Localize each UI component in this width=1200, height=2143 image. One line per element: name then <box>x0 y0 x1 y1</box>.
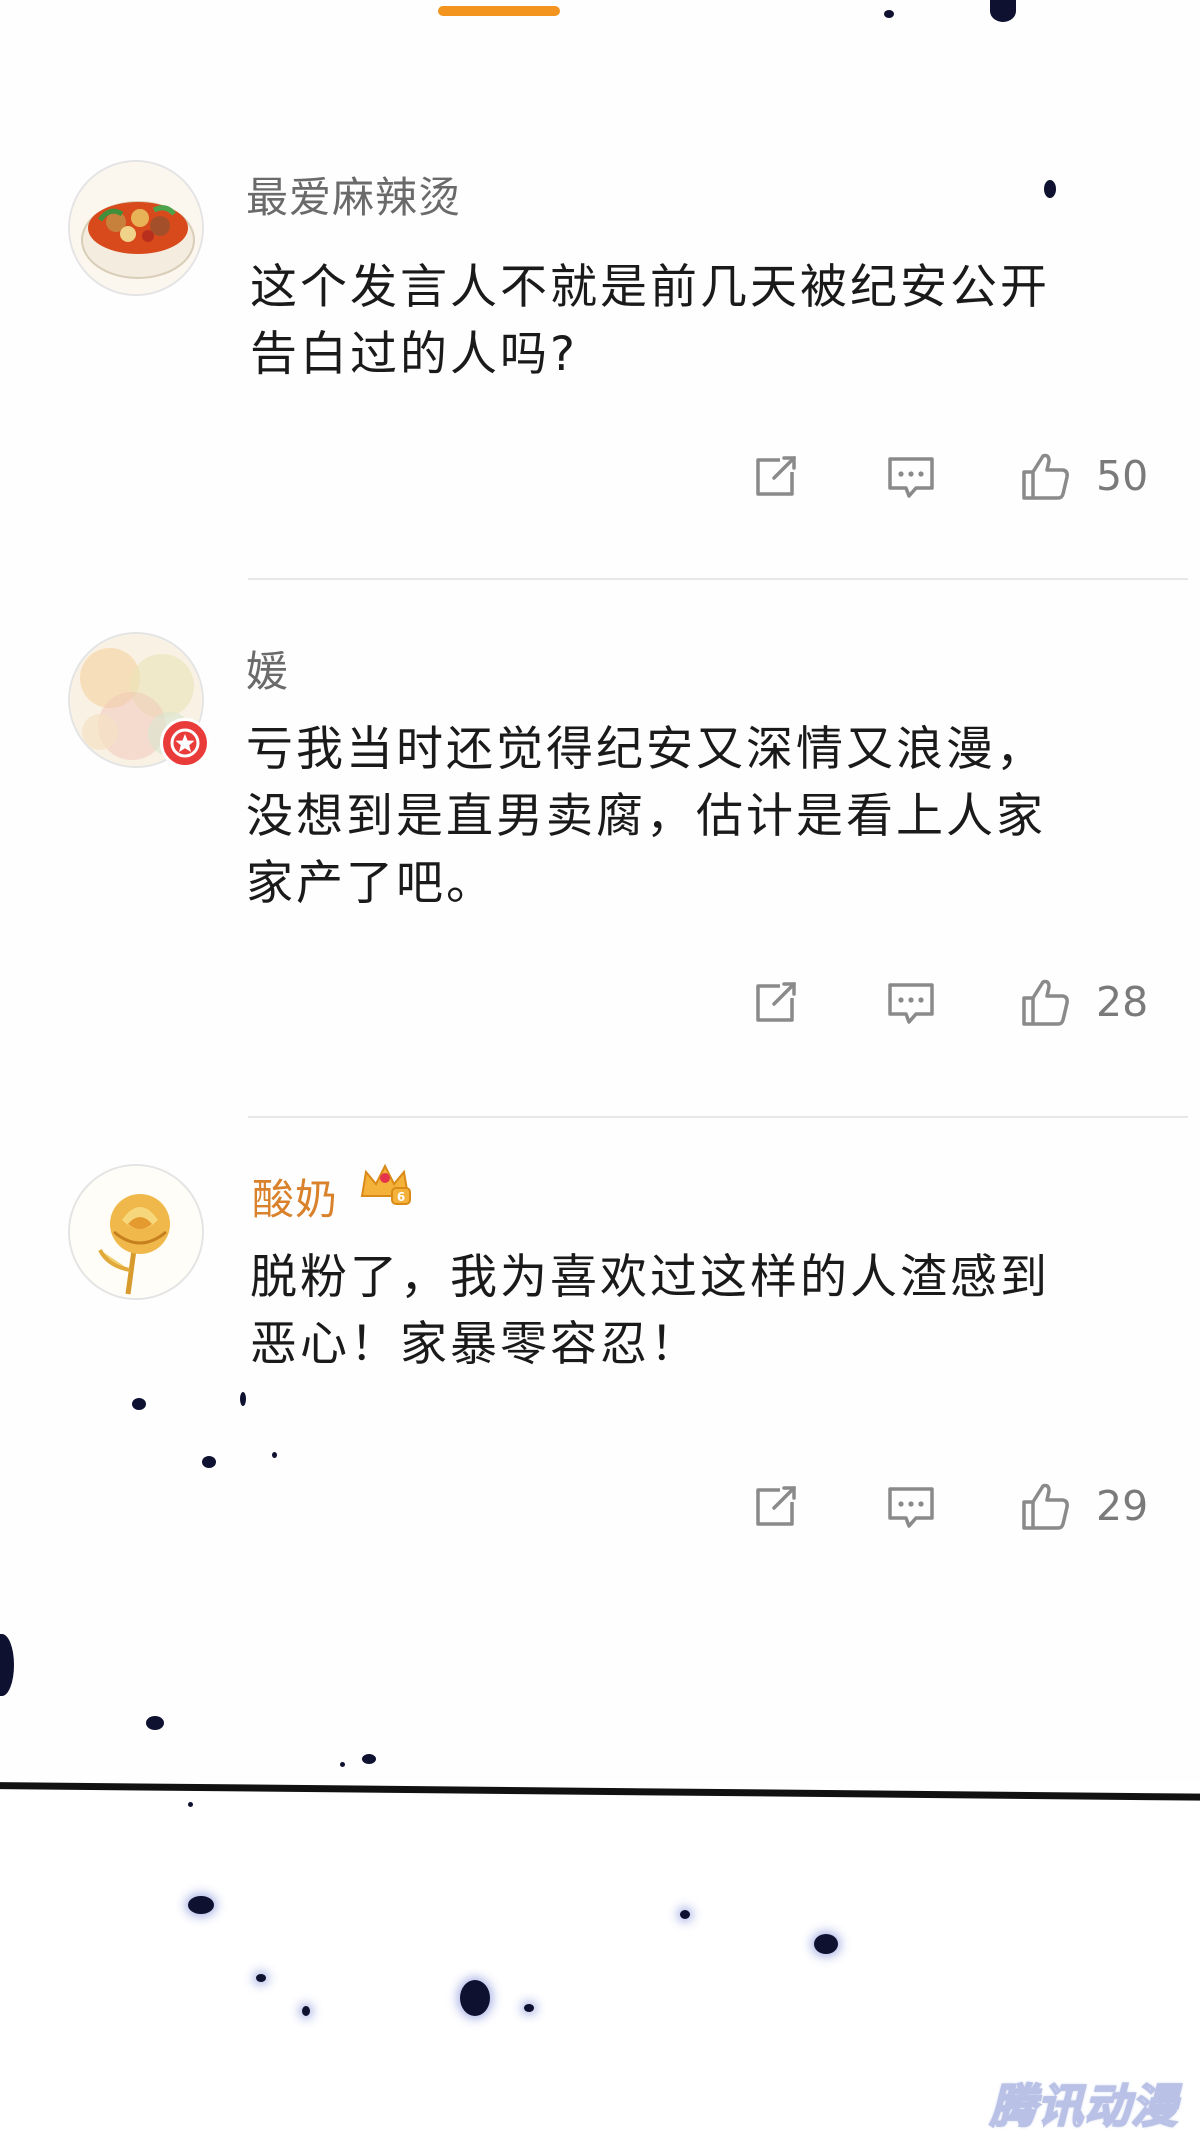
username[interactable]: 最爱麻辣烫 <box>246 164 461 225</box>
comment-icon[interactable] <box>884 450 938 504</box>
ink-petal <box>272 1452 277 1458</box>
share-icon[interactable] <box>748 1480 802 1534</box>
comment-panel: 最爱麻辣烫 这个发言人不就是前几天被纪安公开告白过的人吗? 50 媛 亏我当时还… <box>0 0 1200 1782</box>
thumbs-up-icon[interactable] <box>1018 976 1072 1030</box>
divider <box>248 1116 1188 1118</box>
ink-petal <box>188 1896 214 1914</box>
ink-petal <box>146 1716 164 1730</box>
username[interactable]: 酸奶 <box>252 1166 338 1227</box>
username[interactable]: 媛 <box>246 638 289 699</box>
drag-handle[interactable] <box>438 6 560 16</box>
comment-actions: 50 <box>0 450 1200 510</box>
comment-actions: 29 <box>0 1480 1200 1540</box>
watermark-logo: 腾讯动漫 <box>989 2078 1178 2134</box>
thumbs-up-icon[interactable] <box>1018 1480 1072 1534</box>
ink-petal <box>460 1980 490 2016</box>
ink-petal <box>362 1754 376 1764</box>
ink-petal <box>814 1934 838 1954</box>
crown-icon: 6 <box>360 1163 411 1205</box>
ink-petal <box>1044 180 1056 198</box>
ink-petal <box>202 1456 216 1468</box>
ink-petal <box>884 10 894 18</box>
like-count: 28 <box>1096 978 1149 1026</box>
ink-petal <box>680 1910 690 1919</box>
comment-text: 这个发言人不就是前几天被纪安公开告白过的人吗? <box>250 260 1050 382</box>
ink-petal <box>340 1762 345 1767</box>
comment-text: 脱粉了，我为喜欢过这样的人渣感到恶心！家暴零容忍！ <box>250 1250 1050 1372</box>
user-avatar[interactable] <box>68 1164 204 1300</box>
like-count: 50 <box>1096 452 1149 500</box>
ink-petal <box>132 1398 146 1410</box>
ink-petal <box>240 1392 246 1406</box>
share-icon[interactable] <box>748 976 802 1030</box>
ink-petal <box>302 2006 310 2016</box>
comment-icon[interactable] <box>884 976 938 1030</box>
golden-rose-avatar-icon <box>70 1166 202 1298</box>
ink-petal <box>524 2004 534 2012</box>
divider <box>248 578 1188 580</box>
comment-actions: 28 <box>0 976 1200 1036</box>
ink-petal <box>188 1802 193 1807</box>
ink-petal <box>990 0 1016 22</box>
share-icon[interactable] <box>748 450 802 504</box>
user-avatar[interactable] <box>68 160 204 296</box>
panel-border-line <box>0 1782 1200 1801</box>
vip-level: 6 <box>397 1190 405 1204</box>
like-count: 29 <box>1096 1482 1149 1530</box>
verified-badge-icon <box>160 718 210 768</box>
thumbs-up-icon[interactable] <box>1018 450 1072 504</box>
hotpot-bowl-avatar-icon <box>70 162 202 294</box>
comment-icon[interactable] <box>884 1480 938 1534</box>
ink-petal <box>256 1974 266 1982</box>
comment-text: 亏我当时还觉得纪安又深情又浪漫，没想到是直男卖腐，估计是看上人家家产了吧。 <box>246 722 1046 911</box>
